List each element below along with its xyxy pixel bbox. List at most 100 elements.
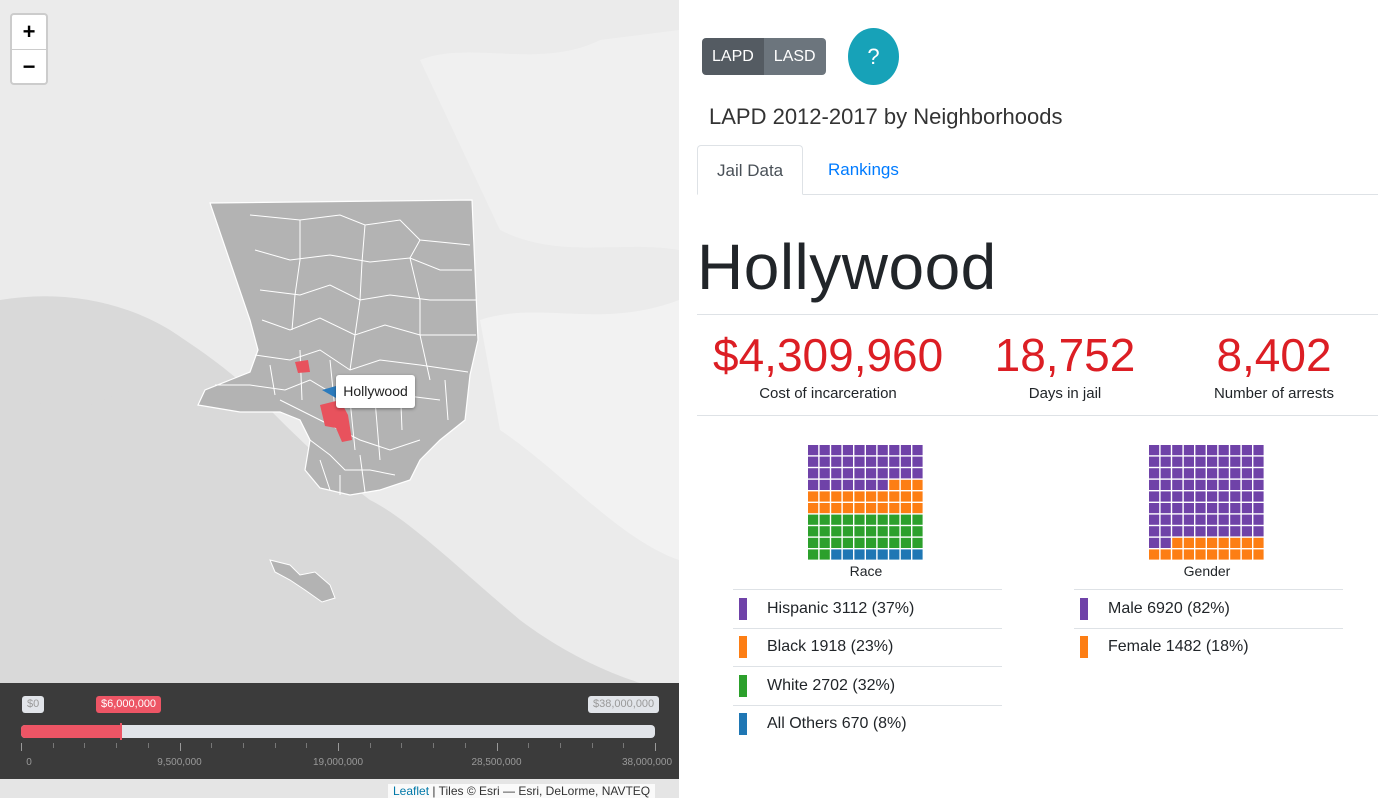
waffle-cell — [808, 456, 819, 467]
help-button[interactable]: ? — [848, 28, 899, 85]
waffle-cell — [819, 537, 830, 548]
waffle-cell — [1241, 445, 1252, 456]
waffle-cell — [1160, 537, 1171, 548]
legend-label: White 2702 (32%) — [767, 676, 896, 694]
slider-tick — [560, 743, 561, 748]
tab-rankings[interactable]: Rankings — [809, 145, 918, 195]
legend-swatch — [739, 674, 747, 697]
waffle-cell — [889, 503, 900, 514]
waffle-cell — [912, 479, 923, 490]
waffle-cell — [889, 549, 900, 560]
slider-tick — [465, 743, 466, 748]
waffle-cell — [842, 491, 853, 502]
stat-label: Number of arrests — [1213, 385, 1335, 402]
waffle-cell — [1207, 491, 1218, 502]
slider-tick — [655, 743, 656, 751]
waffle-cell — [866, 456, 877, 467]
waffle-cell — [1218, 456, 1229, 467]
waffle-cell — [819, 526, 830, 537]
zoom-in-button[interactable]: + — [12, 15, 46, 49]
waffle-cell — [1218, 479, 1229, 490]
waffle-cell — [1207, 456, 1218, 467]
waffle-cell — [877, 491, 888, 502]
waffle-cell — [842, 549, 853, 560]
waffle-cell — [1172, 445, 1183, 456]
waffle-cell — [1241, 479, 1252, 490]
waffle-cell — [1149, 445, 1160, 456]
legend-row: All Others 670 (8%) — [733, 704, 1002, 744]
waffle-cell — [877, 526, 888, 537]
waffle-cell — [819, 468, 830, 479]
waffle-cell — [866, 445, 877, 456]
waffle-cell — [1183, 503, 1194, 514]
stat-label: Days in jail — [1028, 385, 1102, 402]
slider-tick — [306, 743, 307, 748]
tab-jail-data[interactable]: Jail Data — [697, 145, 804, 195]
waffle-cell — [854, 491, 865, 502]
waffle-cell — [912, 468, 923, 479]
tab-bar: Jail Data Rankings — [697, 145, 1378, 195]
waffle-cell — [1207, 537, 1218, 548]
waffle-cell — [1230, 514, 1241, 525]
waffle-cell — [1149, 456, 1160, 467]
waffle-cell — [912, 537, 923, 548]
waffle-cell — [1160, 468, 1171, 479]
waffle-cell — [1149, 503, 1160, 514]
legend-row: Female 1482 (18%) — [1074, 627, 1343, 667]
waffle-cell — [866, 514, 877, 525]
waffle-cell — [1160, 491, 1171, 502]
neighborhood-title: Hollywood — [697, 231, 997, 303]
waffle-cell — [831, 479, 842, 490]
waffle-cell — [1183, 468, 1194, 479]
basemap[interactable] — [0, 0, 679, 683]
waffle-cell — [877, 445, 888, 456]
waffle-cell — [1230, 456, 1241, 467]
stat-cost: $4,309,960 Cost of incarceration — [713, 329, 943, 402]
waffle-cell — [889, 479, 900, 490]
waffle-cell — [889, 456, 900, 467]
waffle-cell — [1207, 549, 1218, 560]
slider-min-label: $0 — [22, 696, 45, 713]
waffle-cell — [854, 456, 865, 467]
waffle-cell — [1172, 514, 1183, 525]
leaflet-link[interactable]: Leaflet — [393, 784, 429, 798]
waffle-cell — [1183, 479, 1194, 490]
map-attribution: Leaflet | Tiles © Esri — Esri, DeLorme, … — [388, 784, 656, 798]
legend-label: Black 1918 (23%) — [767, 638, 894, 656]
waffle-cell — [1195, 491, 1206, 502]
map-panel[interactable]: + − Hollywood $0 $6,000,000 $38,000,000 … — [0, 0, 679, 798]
waffle-cell — [808, 514, 819, 525]
stat-arrests: 8,402 Number of arrests — [1194, 329, 1354, 402]
waffle-cell — [831, 445, 842, 456]
legend-row: Male 6920 (82%) — [1074, 589, 1343, 628]
zoom-out-button[interactable]: − — [12, 49, 46, 83]
slider-tick — [84, 743, 85, 748]
lasd-button[interactable]: LASD — [763, 38, 826, 75]
slider-tick-label: 0 — [26, 757, 32, 768]
waffle-cell — [831, 526, 842, 537]
waffle-cell — [842, 503, 853, 514]
slider-tick — [623, 743, 624, 748]
waffle-cell — [1172, 456, 1183, 467]
waffle-cell — [842, 445, 853, 456]
waffle-cell — [889, 526, 900, 537]
slider-handle[interactable] — [120, 723, 122, 740]
waffle-cell — [1149, 537, 1160, 548]
waffle-cell — [1160, 549, 1171, 560]
cost-slider[interactable]: $0 $6,000,000 $38,000,000 0 9,500,000 19,0… — [0, 683, 679, 779]
slider-tick — [497, 743, 498, 751]
waffle-cell — [808, 468, 819, 479]
waffle-cell — [1230, 526, 1241, 537]
waffle-cell — [1218, 445, 1229, 456]
slider-track[interactable] — [21, 723, 655, 740]
waffle-cell — [912, 514, 923, 525]
waffle-cell — [1183, 514, 1194, 525]
waffle-cell — [831, 468, 842, 479]
lapd-button[interactable]: LAPD — [702, 38, 764, 75]
waffle-cell — [1241, 456, 1252, 467]
waffle-cell — [1149, 491, 1160, 502]
waffle-cell — [842, 479, 853, 490]
slider-tick — [433, 743, 434, 748]
slider-max-label: $38,000,000 — [588, 696, 660, 713]
ocean-west — [0, 390, 160, 683]
